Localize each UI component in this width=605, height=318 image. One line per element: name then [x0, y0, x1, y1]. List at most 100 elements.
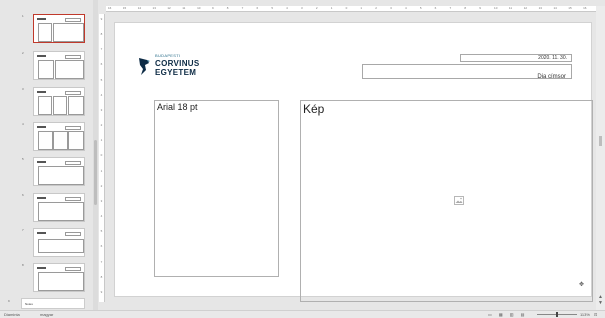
- thumb-box: [53, 23, 84, 42]
- thumb-title: [37, 232, 46, 234]
- thumb-date: [65, 161, 81, 165]
- thumb-title: [37, 267, 46, 269]
- slide-thumbnail-2[interactable]: [33, 51, 85, 80]
- view-buttons[interactable]: ▭ ▦ ▥ ▤: [488, 312, 527, 317]
- thumb-title: [37, 126, 46, 128]
- slide-thumbnail-3[interactable]: [33, 87, 85, 116]
- ruler-tick-label: 16: [108, 6, 112, 10]
- slide-thumbnail-7[interactable]: [33, 228, 85, 257]
- vertical-scrollbar[interactable]: ▲ ▼: [596, 6, 605, 310]
- thumb-number: 4: [22, 122, 24, 126]
- move-handle-icon[interactable]: ✥: [579, 281, 584, 288]
- zoom-slider-knob[interactable]: [556, 312, 558, 317]
- thumb-number: 9: [8, 299, 10, 303]
- scrollbar-thumb[interactable]: [599, 136, 602, 146]
- logo-line-1: CORVINUS: [155, 59, 200, 68]
- ruler-tick-label: 6: [100, 62, 103, 67]
- thumbnail-pane[interactable]: 1 2 3 4 5 6 7 8 9 Notes: [0, 0, 93, 310]
- slide-thumbnail-4[interactable]: [33, 122, 85, 151]
- ruler-tick-label: 2: [315, 6, 318, 10]
- ruler-tick-label: 4: [100, 92, 103, 97]
- ruler-tick-label: 1: [100, 168, 103, 173]
- ruler-tick-label: 7: [100, 259, 103, 264]
- ruler-tick-label: 3: [100, 198, 103, 203]
- thumb-number: 5: [22, 157, 24, 161]
- ruler-tick-label: 12: [167, 6, 171, 10]
- scroll-arrows-icon[interactable]: ▲ ▼: [598, 294, 603, 306]
- title-text: Dia címsor: [537, 74, 566, 80]
- ruler-tick-label: 11: [508, 6, 513, 10]
- thumb-title: [37, 161, 46, 163]
- ruler-tick-label: 7: [241, 6, 244, 10]
- thumb-date: [65, 197, 81, 201]
- slide-thumbnail-6[interactable]: [33, 193, 85, 222]
- thumb-number: 3: [22, 87, 24, 91]
- thumb-date: [65, 55, 81, 59]
- thumb-number: 2: [22, 51, 24, 55]
- ruler-tick-label: 2: [100, 183, 103, 188]
- thumbnail-scrollbar[interactable]: [93, 0, 98, 310]
- slide-canvas[interactable]: BUDAPESTI CORVINUS EGYETEM 2020. 11. 30.…: [114, 22, 593, 302]
- language-indicator[interactable]: magyar: [40, 312, 53, 317]
- ruler-tick-label: 4: [100, 214, 103, 219]
- ruler-tick-label: 5: [271, 6, 273, 10]
- ruler-tick-label: 9: [100, 17, 103, 21]
- notes-thumbnail-row[interactable]: 9 Notes: [0, 297, 93, 310]
- thumb-box: [38, 96, 52, 115]
- logo-subtitle: BUDAPESTI: [155, 53, 181, 58]
- ruler-tick-label: 8: [464, 6, 467, 10]
- insert-picture-icon[interactable]: [454, 196, 464, 205]
- ruler-tick-label: 3: [100, 107, 103, 112]
- thumb-box: [68, 131, 84, 150]
- ruler-tick-label: 12: [523, 6, 528, 10]
- thumb-box: [55, 60, 84, 79]
- image-placeholder-label: Kép: [303, 102, 325, 116]
- ruler-tick-label: 5: [419, 6, 422, 10]
- zoom-slider[interactable]: [537, 312, 577, 317]
- ruler-tick-label: 5: [100, 229, 103, 234]
- ruler-tick-label: 4: [286, 6, 288, 10]
- slide-thumbnail-8[interactable]: [33, 263, 85, 292]
- fit-to-window-icon[interactable]: ⊡: [594, 312, 597, 317]
- text-placeholder-label: Arial 18 pt: [157, 102, 198, 112]
- date-placeholder[interactable]: 2020. 11. 30.: [460, 54, 572, 62]
- zoom-percent[interactable]: 113%: [580, 312, 590, 317]
- thumb-box: [38, 239, 84, 253]
- thumb-box: [38, 166, 84, 185]
- ruler-tick-label: 7: [449, 6, 452, 10]
- ruler-tick-label: 9: [100, 289, 103, 294]
- thumb-title: [37, 55, 46, 57]
- notes-thumbnail[interactable]: Notes: [21, 298, 85, 309]
- ruler-tick-label: 6: [100, 244, 103, 249]
- title-placeholder[interactable]: Dia címsor: [362, 64, 572, 80]
- ruler-tick-label: 13: [152, 6, 156, 10]
- thumb-number: 1: [22, 14, 24, 18]
- text-placeholder[interactable]: Arial 18 pt: [154, 100, 279, 277]
- ruler-tick-label: 15: [568, 6, 572, 10]
- thumb-date: [65, 18, 81, 22]
- ruler-tick-label: 8: [226, 6, 229, 10]
- thumb-number: 7: [22, 228, 24, 232]
- thumb-box: [68, 96, 84, 115]
- thumb-box: [53, 131, 68, 150]
- slide-thumbnail-5[interactable]: [33, 157, 85, 186]
- ruler-tick-label: 10: [197, 6, 201, 10]
- view-mode-label: Diaminta: [4, 312, 20, 317]
- ruler-tick-label: 14: [137, 6, 142, 10]
- ruler-tick-label: 1: [100, 138, 103, 143]
- logo-line-2: EGYETEM: [155, 68, 197, 77]
- ruler-tick-label: 0: [100, 153, 103, 158]
- ruler-tick-label: 7: [100, 47, 103, 52]
- image-placeholder[interactable]: Kép ✥: [300, 100, 593, 302]
- ruler-tick-label: 8: [100, 274, 103, 279]
- thumb-number: 8: [22, 263, 24, 267]
- thumb-box: [38, 131, 53, 150]
- ruler-tick-label: 11: [182, 6, 186, 10]
- thumb-box: [38, 272, 84, 291]
- ruler-tick-label: 3: [390, 6, 392, 10]
- ruler-tick-label: 6: [256, 6, 259, 10]
- scrollbar-thumb[interactable]: [94, 140, 97, 205]
- slide-thumbnail-1[interactable]: [33, 14, 85, 43]
- thumb-title: [37, 197, 46, 199]
- thumb-date: [65, 232, 81, 236]
